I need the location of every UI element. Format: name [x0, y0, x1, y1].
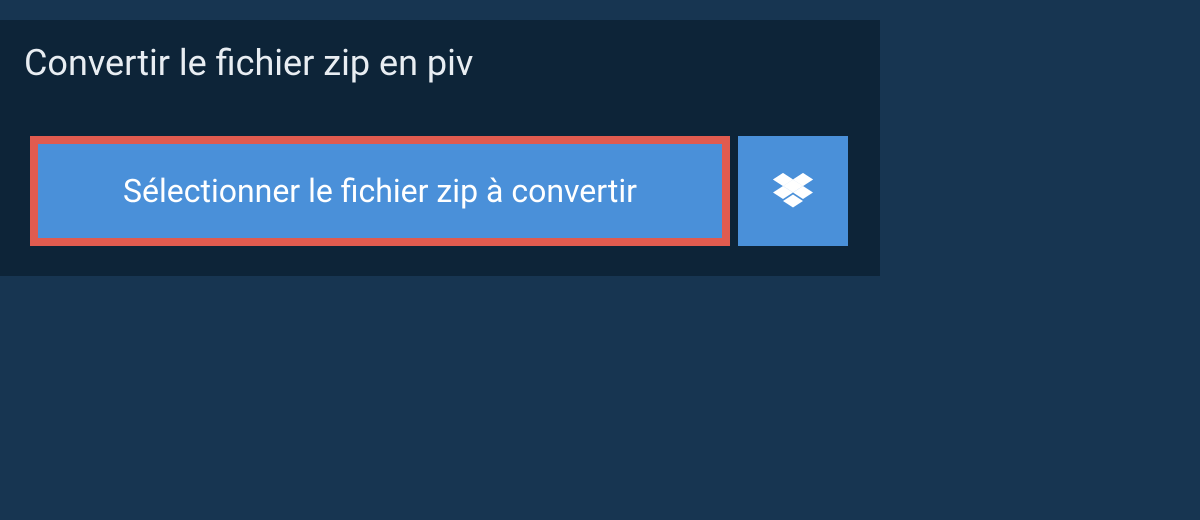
select-file-button[interactable]: Sélectionner le fichier zip à convertir: [30, 136, 730, 246]
button-row: Sélectionner le fichier zip à convertir: [30, 136, 850, 246]
dropbox-button[interactable]: [738, 136, 848, 246]
converter-card: Convertir le fichier zip en piv Sélectio…: [0, 20, 880, 276]
dropbox-icon: [773, 173, 813, 209]
page-title: Convertir le fichier zip en piv: [0, 20, 513, 106]
select-file-label: Sélectionner le fichier zip à convertir: [123, 172, 637, 210]
